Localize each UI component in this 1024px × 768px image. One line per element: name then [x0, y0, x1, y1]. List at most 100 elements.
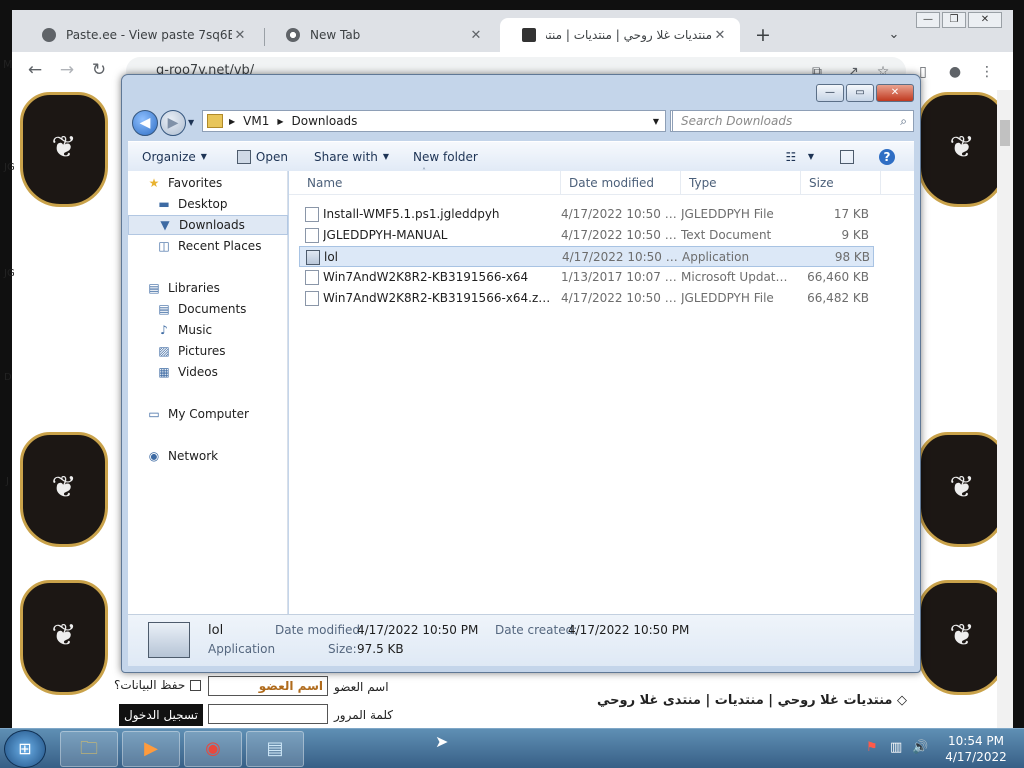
sort-indicator-icon: ˄	[422, 167, 426, 176]
help-button[interactable]: ?	[879, 148, 900, 165]
explorer-address-bar[interactable]: ▶ VM1 ▶ Downloads ▼	[202, 110, 666, 132]
documents-icon: ▤	[158, 302, 170, 316]
scrollbar-thumb[interactable]	[1000, 120, 1010, 146]
pictures-icon: ▨	[158, 344, 170, 358]
nav-item-favorites[interactable]: ★ Favorites	[128, 173, 288, 193]
nav-item-label: Videos	[178, 365, 218, 379]
file-name-cell: Win7AndW2K8R2-KB3191566-x64	[323, 270, 529, 284]
file-size-cell: 9 KB	[841, 228, 869, 242]
nav-item-label: Libraries	[168, 281, 220, 295]
column-date-modified[interactable]: Date modified	[561, 171, 681, 195]
new-folder-button[interactable]: New folder	[413, 150, 478, 164]
start-button[interactable]: ⊞	[4, 730, 46, 768]
recent-pages-dropdown-icon[interactable]: ▼	[188, 118, 194, 127]
file-row[interactable]: Install-WMF5.1.ps1.jgleddpyh 4/17/2022 10…	[299, 204, 874, 225]
nav-item-desktop[interactable]: ▬ Desktop	[128, 194, 288, 214]
minimize-button[interactable]: —	[916, 12, 940, 28]
new-folder-label: New folder	[413, 149, 478, 164]
page-scrollbar[interactable]	[997, 90, 1013, 728]
new-tab-button[interactable]: +	[752, 24, 774, 46]
share-label: Share with	[313, 149, 378, 164]
password-input[interactable]	[208, 704, 328, 724]
tab-new-tab[interactable]: New Tab ✕	[264, 18, 496, 52]
forum-title: ◇ منتديات غلا روحي | منتديات | منتدى غلا…	[597, 693, 907, 708]
column-name[interactable]: Name	[299, 171, 561, 195]
chrome-taskbar-icon[interactable]: ◉	[184, 731, 242, 767]
explorer-maximize-button[interactable]: ▭	[846, 84, 874, 102]
organize-button[interactable]: Organize ▼	[142, 150, 207, 164]
back-button[interactable]: ←	[22, 57, 48, 83]
file-row[interactable]: JGLEDDPYH-MANUAL 4/17/2022 10:50 PM Text D…	[299, 225, 874, 246]
network-tray-icon[interactable]: ▥	[890, 740, 902, 755]
update-package-icon	[305, 270, 319, 285]
file-size-cell: 17 KB	[833, 207, 869, 221]
nav-item-my-computer[interactable]: ▭ My Computer	[128, 404, 288, 424]
file-row[interactable]: Win7AndW2K8R2-KB3191566-x64.zip.jgle... 4…	[299, 288, 874, 309]
username-input[interactable]: اسم العضو	[208, 676, 328, 696]
nav-item-network[interactable]: ◉ Network	[128, 446, 288, 466]
open-button[interactable]: Open	[236, 149, 288, 164]
close-tab-icon[interactable]: ✕	[232, 28, 248, 43]
system-clock[interactable]: 10:54 PM 4/17/2022	[944, 733, 1008, 765]
explorer-taskbar-icon[interactable]: 🗀	[60, 731, 118, 767]
nav-item-recent-places[interactable]: ◫ Recent Places	[128, 236, 288, 256]
music-icon: ♪	[160, 323, 168, 337]
file-icon	[305, 291, 319, 306]
notepad-taskbar-icon[interactable]: ▤	[246, 731, 304, 767]
explorer-minimize-button[interactable]: —	[816, 84, 844, 102]
password-label: كلمة المرور	[334, 708, 394, 722]
close-tab-icon[interactable]: ✕	[712, 28, 728, 43]
file-row[interactable]: Win7AndW2K8R2-KB3191566-x64 1/13/2017 10:…	[299, 267, 874, 288]
volume-icon[interactable]: 🔊	[912, 740, 928, 755]
tab-search-button[interactable]: ⌄	[884, 24, 904, 46]
reload-button[interactable]: ↻	[86, 57, 112, 83]
search-icon[interactable]: ⌕	[900, 111, 907, 131]
explorer-close-button[interactable]: ✕	[876, 84, 914, 102]
search-input[interactable]: Search Downloads ⌕	[672, 110, 914, 132]
file-size-cell: 66,482 KB	[807, 291, 869, 305]
share-with-button[interactable]: Share with ▼	[314, 150, 389, 164]
back-arrow-icon[interactable]: ◀	[132, 110, 158, 136]
libraries-icon: ▤	[148, 281, 160, 295]
breadcrumb-downloads[interactable]: Downloads	[292, 114, 358, 128]
nav-item-libraries[interactable]: ▤ Libraries	[128, 278, 288, 298]
breadcrumb-vm1[interactable]: VM1	[243, 114, 269, 128]
profile-icon[interactable]: ●	[946, 63, 964, 81]
open-icon	[236, 149, 251, 164]
nav-item-label: My Computer	[168, 407, 249, 421]
tab-forum[interactable]: منتديات غلا روحي | منتديات | منتدى غلا ر…	[500, 18, 740, 52]
nav-item-music[interactable]: ♪ Music	[128, 320, 288, 340]
remember-me-label: حفظ البيانات؟	[114, 678, 186, 692]
file-type-cell: JGLEDDPYH File	[681, 291, 774, 305]
nav-item-videos[interactable]: ▦ Videos	[128, 362, 288, 382]
nav-item-pictures[interactable]: ▨ Pictures	[128, 341, 288, 361]
nav-item-downloads[interactable]: ▼ Downloads	[128, 215, 288, 235]
file-name-cell: Install-WMF5.1.ps1.jgleddpyh	[323, 207, 500, 221]
close-window-button[interactable]: ✕	[968, 12, 1002, 28]
change-view-button[interactable]: ☷ ▼	[784, 150, 814, 164]
open-label: Open	[255, 149, 288, 164]
file-type-cell: JGLEDDPYH File	[681, 207, 774, 221]
address-dropdown-icon[interactable]: ▼	[653, 117, 659, 126]
preview-pane-button[interactable]	[840, 149, 859, 164]
chrome-icon	[286, 28, 300, 42]
file-row[interactable]: lol 4/17/2022 10:50 PM Application 98 KB	[299, 246, 874, 267]
desktop-icon: ▬	[158, 197, 170, 211]
menu-icon[interactable]: ⋮	[978, 63, 996, 81]
forward-arrow-icon[interactable]: ▶	[160, 110, 186, 136]
forward-button[interactable]: →	[54, 57, 80, 83]
column-type[interactable]: Type	[681, 171, 801, 195]
media-player-taskbar-icon[interactable]: ▶	[122, 731, 180, 767]
file-modified-cell: 4/17/2022 10:50 PM	[561, 291, 679, 305]
tab-title: New Tab	[310, 28, 361, 42]
remember-me-checkbox[interactable]	[190, 680, 201, 691]
login-button[interactable]: تسجيل الدخول	[119, 704, 203, 726]
file-modified-cell: 4/17/2022 10:50 PM	[562, 250, 680, 264]
column-size[interactable]: Size	[801, 171, 881, 195]
nav-item-documents[interactable]: ▤ Documents	[128, 299, 288, 319]
file-name-cell: JGLEDDPYH-MANUAL	[323, 228, 448, 242]
maximize-button[interactable]: ❐	[942, 12, 966, 28]
close-tab-icon[interactable]: ✕	[468, 28, 484, 43]
tab-paste-ee[interactable]: Paste.ee - View paste 7sq6B ✕	[20, 18, 260, 52]
action-center-flag-icon[interactable]: ⚑	[866, 740, 878, 755]
